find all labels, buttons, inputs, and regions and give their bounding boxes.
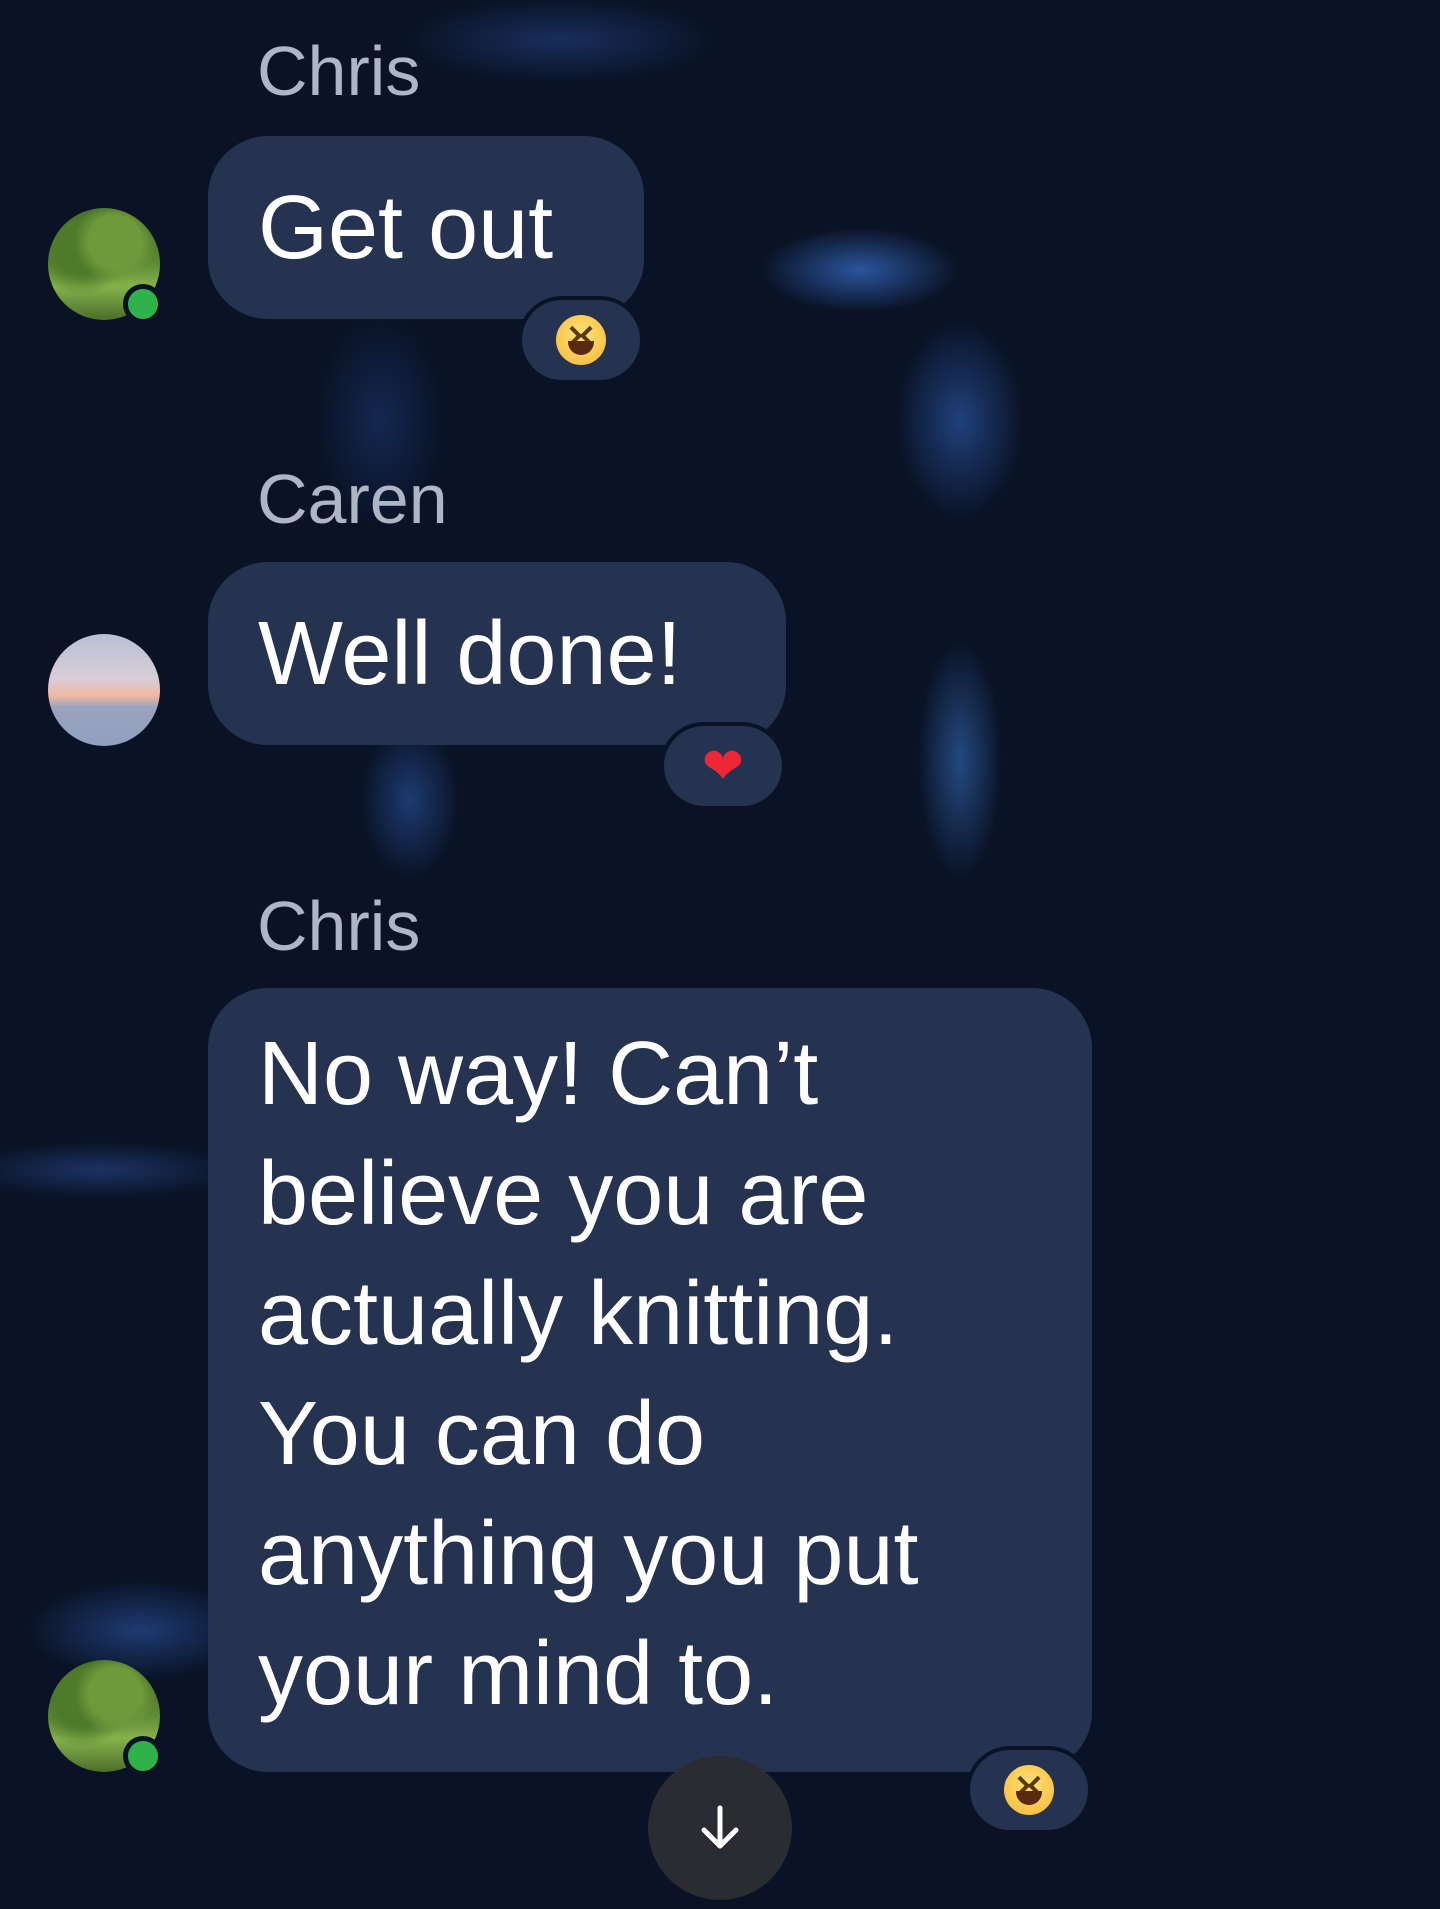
laughing-emoji-icon bbox=[1004, 1765, 1054, 1815]
online-status-dot bbox=[123, 284, 163, 324]
message-text-line: No way! Can’t bbox=[258, 1024, 819, 1124]
sender-name: Caren bbox=[257, 460, 448, 538]
message-text: Well done! bbox=[258, 604, 682, 704]
sender-name: Chris bbox=[257, 32, 421, 110]
message-text-line: You can do bbox=[258, 1384, 706, 1484]
sender-name: Chris bbox=[257, 887, 421, 965]
scroll-to-bottom-button[interactable] bbox=[648, 1756, 792, 1900]
laughing-emoji-icon bbox=[556, 315, 606, 365]
reaction-badge[interactable] bbox=[518, 296, 644, 384]
online-status-dot bbox=[123, 1736, 163, 1776]
message-text-line: anything you put bbox=[258, 1504, 919, 1604]
message-text: Get out bbox=[258, 178, 554, 278]
reaction-badge[interactable] bbox=[966, 1746, 1092, 1834]
message-bubble[interactable]: Get out bbox=[208, 136, 644, 319]
avatar[interactable] bbox=[48, 634, 160, 746]
heart-emoji-icon: ❤ bbox=[702, 737, 744, 795]
message-text-line: actually knitting. bbox=[258, 1264, 899, 1364]
message-bubble[interactable]: Well done! bbox=[208, 562, 786, 745]
message-text-line: believe you are bbox=[258, 1144, 869, 1244]
reaction-badge[interactable]: ❤ bbox=[660, 722, 786, 810]
arrow-down-icon bbox=[701, 1805, 739, 1849]
message-text-line: your mind to. bbox=[258, 1624, 779, 1724]
message-bubble[interactable]: No way! Can’t believe you are actually k… bbox=[208, 988, 1092, 1772]
